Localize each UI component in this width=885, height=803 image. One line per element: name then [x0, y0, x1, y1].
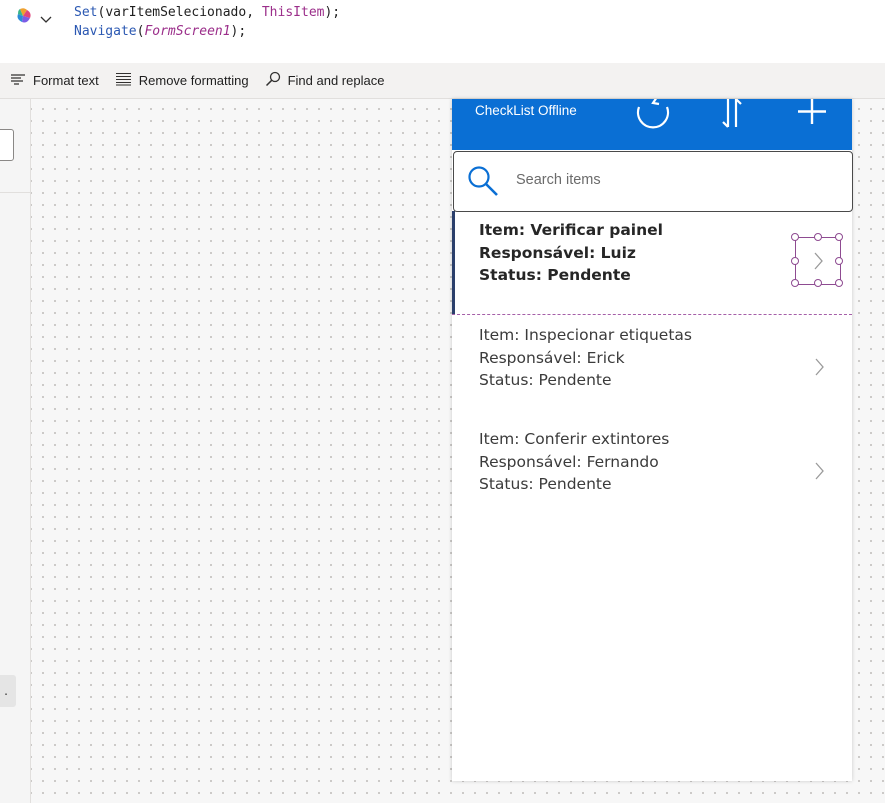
refresh-icon	[631, 96, 675, 137]
sort-button[interactable]	[710, 98, 754, 129]
code-function: Navigate	[74, 24, 137, 39]
code-variable: varItemSelecionado	[105, 5, 247, 20]
item-title: Item: Verificar painel	[479, 221, 663, 239]
chevron-right-icon[interactable]	[812, 460, 826, 482]
code-keyword: ThisItem	[261, 5, 325, 20]
resize-handle[interactable]	[835, 279, 843, 287]
search-box[interactable]: Search items	[453, 151, 853, 212]
item-text: Item: Conferir extintores Responsável: F…	[479, 428, 669, 496]
divider	[0, 192, 30, 193]
resize-handle[interactable]	[835, 233, 843, 241]
chevron-right-icon	[811, 250, 825, 272]
formula-toolbar: Format text Remove formatting Find and r…	[0, 63, 885, 99]
resize-handle[interactable]	[791, 233, 799, 241]
search-icon	[265, 71, 281, 90]
list-item[interactable]: Item: Inspecionar etiquetas Responsável:…	[452, 316, 852, 420]
find-replace-button[interactable]: Find and replace	[257, 63, 393, 98]
code-punct: ,	[246, 5, 262, 20]
app-screen: CheckList Offline Search items Item: Ver…	[452, 96, 853, 781]
properties-pane: .	[0, 99, 31, 803]
item-text: Item: Inspecionar etiquetas Responsável:…	[479, 324, 692, 392]
property-input[interactable]	[0, 129, 14, 161]
remove-formatting-label: Remove formatting	[138, 73, 249, 88]
item-title: Item: Inspecionar etiquetas	[479, 326, 692, 344]
item-status: Status: Pendente	[479, 266, 631, 284]
copilot-icon	[14, 6, 34, 30]
remove-formatting-button[interactable]: Remove formatting	[107, 63, 257, 98]
app-title: CheckList Offline	[475, 103, 577, 118]
resize-handle[interactable]	[814, 233, 822, 241]
selected-chevron-frame[interactable]	[791, 233, 843, 287]
formula-line-1: Set(varItemSelecionado, ThisItem);	[74, 3, 340, 22]
refresh-button[interactable]	[631, 96, 675, 129]
chevron-right-icon[interactable]	[812, 356, 826, 378]
remove-formatting-icon	[115, 72, 132, 89]
code-punct: );	[324, 5, 341, 20]
code-punct: );	[230, 24, 247, 39]
formula-bar[interactable]: Set(varItemSelecionado, ThisItem); Naviga…	[0, 0, 885, 64]
sort-icon	[719, 98, 745, 133]
format-text-label: Format text	[33, 73, 99, 88]
item-responsible: Responsável: Erick	[479, 348, 625, 367]
resize-handle[interactable]	[791, 257, 799, 265]
item-status: Status: Pendente	[479, 475, 612, 493]
code-screen-name: FormScreen1	[144, 24, 231, 39]
list-item[interactable]: Item: Conferir extintores Responsável: F…	[452, 420, 852, 524]
code-function: Set	[74, 5, 98, 20]
item-responsible: Responsável: Luiz	[479, 243, 636, 262]
more-button[interactable]: .	[0, 675, 16, 707]
plus-icon	[795, 99, 829, 129]
app-header: CheckList Offline	[452, 96, 852, 150]
format-text-icon	[10, 72, 26, 89]
find-replace-label: Find and replace	[287, 73, 385, 88]
resize-handle[interactable]	[791, 279, 799, 287]
resize-handle[interactable]	[814, 279, 822, 287]
formula-editor[interactable]: Set(varItemSelecionado, ThisItem); Naviga…	[74, 3, 340, 41]
format-text-button[interactable]: Format text	[0, 63, 107, 98]
chevron-down-icon	[40, 9, 52, 28]
resize-handle[interactable]	[835, 257, 843, 265]
search-input[interactable]: Search items	[516, 172, 601, 188]
list-item[interactable]: Item: Verificar painel Responsável: Luiz…	[452, 211, 852, 315]
item-title: Item: Conferir extintores	[479, 430, 670, 448]
formula-line-2: Navigate(FormScreen1);	[74, 22, 340, 41]
item-responsible: Responsável: Fernando	[479, 452, 659, 471]
add-item-button[interactable]	[790, 99, 834, 129]
copilot-button[interactable]	[14, 8, 54, 28]
search-icon	[466, 164, 500, 202]
item-status: Status: Pendente	[479, 371, 612, 389]
item-text: Item: Verificar painel Responsável: Luiz…	[479, 219, 663, 287]
